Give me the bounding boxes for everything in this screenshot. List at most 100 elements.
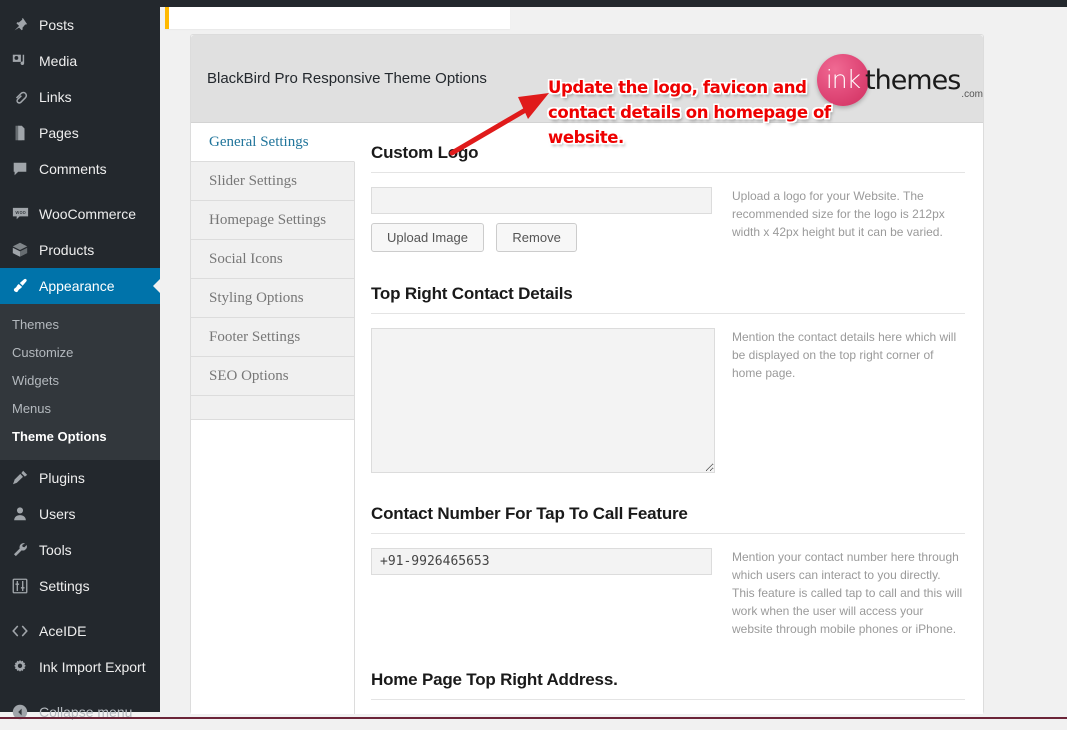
sidebar-item-label: Media [39,53,77,69]
section-heading-top-right-contact-details: Top Right Contact Details [371,284,965,304]
sidebar-item-ink-import-export[interactable]: Ink Import Export [0,649,160,685]
section-heading-home-page-address: Home Page Top Right Address. [371,670,965,690]
menu-separator [0,604,160,613]
sidebar-item-tools[interactable]: Tools [0,532,160,568]
sidebar-item-label: Comments [39,161,107,177]
field-row-top-right-contact-details: Mention the contact details here which w… [371,328,965,478]
sidebar-item-woocommerce[interactable]: woo WooCommerce [0,196,160,232]
admin-sidebar: Posts Media Links Pages Comments woo Woo… [0,0,160,712]
field-control-area: Upload Image Remove [371,187,717,252]
sidebar-item-label: Ink Import Export [39,659,146,675]
submenu-item-menus[interactable]: Menus [0,395,160,423]
sidebar-item-label: Settings [39,578,90,594]
ink-logo-mark-text: ink [826,65,860,94]
spacer [371,252,965,276]
sidebar-item-label: WooCommerce [39,206,136,222]
field-row-custom-logo: Upload Image Remove Upload a logo for yo… [371,187,965,252]
section-divider [371,699,965,700]
section-heading-custom-logo: Custom Logo [371,143,965,163]
main-content-area: BlackBird Pro Responsive Theme Options i… [160,7,1067,712]
collapse-menu-button[interactable]: Collapse menu [0,694,160,730]
upload-image-button[interactable]: Upload Image [371,223,484,252]
pages-icon [10,123,30,143]
menu-separator [0,187,160,196]
inkthemes-logo: ink themes .com [817,52,969,108]
ink-logo-wordmark: themes [865,65,960,96]
submenu-item-themes[interactable]: Themes [0,311,160,339]
link-icon [10,87,30,107]
custom-logo-buttons: Upload Image Remove [371,223,717,252]
field-control-area [371,548,717,638]
spacer [371,638,965,662]
contact-number-input[interactable] [371,548,712,575]
sidebar-item-links[interactable]: Links [0,79,160,115]
sidebar-item-products[interactable]: Products [0,232,160,268]
custom-logo-help-text: Upload a logo for your Website. The reco… [717,187,965,252]
theme-options-panel: BlackBird Pro Responsive Theme Options i… [190,34,984,714]
field-row-contact-number: Mention your contact number here through… [371,548,965,638]
menu-separator [0,685,160,694]
sidebar-item-settings[interactable]: Settings [0,568,160,604]
tab-styling-options[interactable]: Styling Options [191,279,354,318]
sidebar-item-label: Tools [39,542,72,558]
tab-footer-settings[interactable]: Footer Settings [191,318,354,357]
sidebar-item-label: Users [39,506,76,522]
paintbrush-icon [10,276,30,296]
top-right-contact-details-textarea[interactable] [371,328,715,473]
user-icon [10,504,30,524]
tab-general-settings[interactable]: General Settings [191,123,355,162]
wp-admin-bar [0,0,1067,7]
submenu-item-widgets[interactable]: Widgets [0,367,160,395]
settings-tab-list: General Settings Slider Settings Homepag… [191,123,355,714]
page-title: BlackBird Pro Responsive Theme Options [207,70,487,87]
sidebar-item-comments[interactable]: Comments [0,151,160,187]
tab-seo-options[interactable]: SEO Options [191,357,354,396]
settings-updated-notice [165,7,510,29]
tab-social-icons[interactable]: Social Icons [191,240,354,279]
sidebar-item-label: Plugins [39,470,85,486]
pin-icon [10,15,30,35]
tab-slider-settings[interactable]: Slider Settings [191,162,354,201]
settings-content: Custom Logo Upload Image Remove Upload a… [355,123,983,714]
sidebar-item-label: Posts [39,17,74,33]
sidebar-item-label: AceIDE [39,623,86,639]
appearance-submenu: Themes Customize Widgets Menus Theme Opt… [0,304,160,460]
section-divider [371,172,965,173]
products-box-icon [10,240,30,260]
sidebar-item-appearance[interactable]: Appearance [0,268,160,304]
sliders-icon [10,576,30,596]
section-divider [371,313,965,314]
ink-logo-mark: ink [817,54,869,106]
field-control-area [371,328,717,478]
panel-header: BlackBird Pro Responsive Theme Options i… [191,35,983,123]
remove-button[interactable]: Remove [496,223,576,252]
sidebar-item-label: Appearance [39,278,115,294]
contact-number-help-text: Mention your contact number here through… [717,548,965,638]
top-right-contact-details-help-text: Mention the contact details here which w… [717,328,965,478]
sidebar-item-plugins[interactable]: Plugins [0,460,160,496]
sidebar-item-aceide[interactable]: AceIDE [0,613,160,649]
woocommerce-icon: woo [10,204,30,224]
spacer [371,478,965,496]
section-divider [371,533,965,534]
submenu-item-customize[interactable]: Customize [0,339,160,367]
sidebar-item-pages[interactable]: Pages [0,115,160,151]
collapse-arrow-icon [10,702,30,722]
custom-logo-input[interactable] [371,187,712,214]
sidebar-item-users[interactable]: Users [0,496,160,532]
sidebar-item-label: Pages [39,125,79,141]
wrench-icon [10,540,30,560]
comment-icon [10,159,30,179]
tab-homepage-settings[interactable]: Homepage Settings [191,201,354,240]
sidebar-item-posts[interactable]: Posts [0,7,160,43]
tab-list-filler [191,396,354,420]
submenu-item-theme-options[interactable]: Theme Options [0,423,160,451]
ink-logo-tld: .com [961,89,983,100]
sidebar-item-label: Products [39,242,94,258]
sidebar-item-media[interactable]: Media [0,43,160,79]
plug-icon [10,468,30,488]
sidebar-item-label: Links [39,89,72,105]
svg-text:woo: woo [15,210,25,216]
media-icon [10,51,30,71]
section-heading-contact-number: Contact Number For Tap To Call Feature [371,504,965,524]
